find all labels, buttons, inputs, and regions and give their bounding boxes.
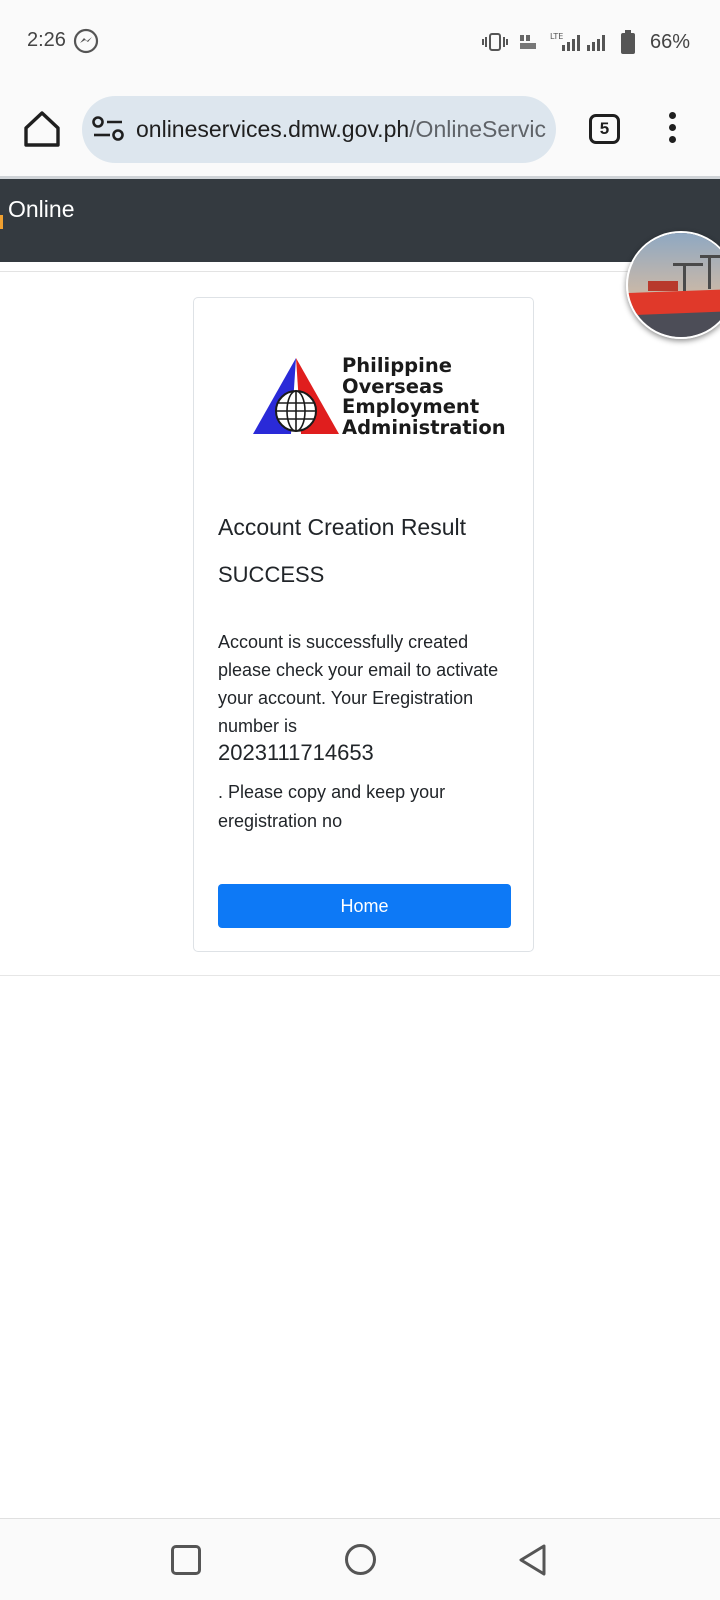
more-vert-icon[interactable] bbox=[662, 112, 682, 146]
result-message: Account is successfully created please c… bbox=[218, 632, 499, 736]
tabs-icon[interactable]: 5 bbox=[589, 114, 620, 144]
logo-line: Overseas bbox=[342, 374, 444, 398]
header-divider bbox=[0, 271, 720, 272]
status-bar: 2:26 LTE 66% bbox=[0, 0, 720, 84]
site-title[interactable]: Online bbox=[8, 196, 74, 223]
result-card: Philippine Overseas Employment Administr… bbox=[193, 297, 534, 952]
poea-triangle-icon bbox=[253, 358, 339, 434]
recents-icon[interactable] bbox=[171, 1545, 201, 1575]
result-message-followup: . Please copy and keep your eregistratio… bbox=[218, 782, 446, 831]
logo-line: Administration bbox=[342, 415, 506, 439]
logo-line: Philippine bbox=[342, 354, 452, 377]
volte-icon bbox=[519, 35, 536, 49]
back-icon[interactable] bbox=[517, 1543, 549, 1577]
site-settings-icon[interactable] bbox=[92, 114, 126, 144]
registration-number: 2023111714653 bbox=[218, 740, 374, 765]
status-time: 2:26 bbox=[27, 29, 66, 51]
address-bar[interactable]: onlineservices.dmw.gov.ph/OnlineServic bbox=[82, 96, 556, 163]
home-button[interactable]: Home bbox=[218, 884, 511, 928]
site-header: Online bbox=[0, 176, 720, 262]
system-nav-bar bbox=[0, 1518, 720, 1600]
url-text[interactable]: onlineservices.dmw.gov.ph/OnlineServic bbox=[136, 116, 550, 143]
content-divider bbox=[0, 975, 720, 976]
result-status: SUCCESS bbox=[218, 562, 325, 587]
logo-wordmark: Philippine Overseas Employment Administr… bbox=[342, 354, 506, 439]
battery-percent: 66% bbox=[649, 30, 690, 53]
floating-media-bubble[interactable] bbox=[626, 231, 720, 339]
home-icon[interactable] bbox=[22, 108, 62, 150]
network-label: LTE bbox=[550, 32, 563, 41]
url-path: /OnlineServic bbox=[409, 116, 546, 142]
result-title: Account Creation Result bbox=[218, 514, 467, 540]
url-host: onlineservices.dmw.gov.ph bbox=[136, 116, 410, 142]
header-logo-fragment bbox=[0, 215, 3, 229]
ship-image bbox=[628, 233, 720, 337]
battery-icon bbox=[620, 30, 635, 54]
signal-icon: LTE bbox=[550, 32, 605, 51]
home-circle-icon[interactable] bbox=[345, 1544, 376, 1575]
messenger-icon bbox=[73, 28, 99, 54]
status-icons: LTE 66% bbox=[481, 28, 690, 56]
logo-line: Employment bbox=[342, 395, 480, 418]
vibrate-icon bbox=[481, 33, 508, 51]
browser-toolbar: onlineservices.dmw.gov.ph/OnlineServic 5 bbox=[0, 84, 720, 176]
poea-logo: Philippine Overseas Employment Administr… bbox=[251, 355, 506, 438]
